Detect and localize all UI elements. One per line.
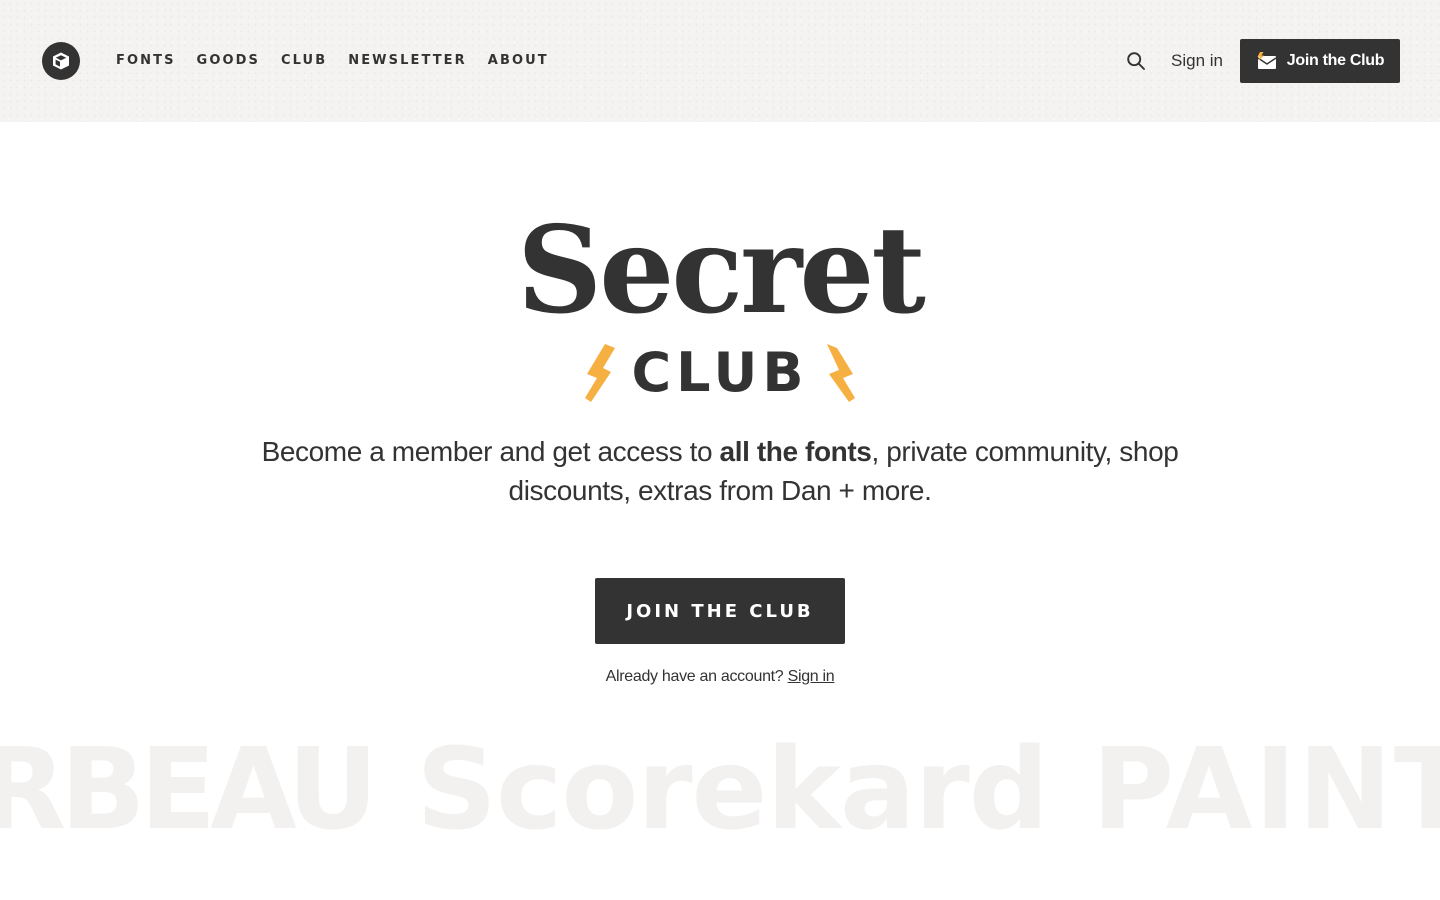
tagline-text: Become a member and get access to: [261, 436, 720, 467]
join-the-club-cta[interactable]: JOIN THE CLUB: [595, 578, 845, 644]
tagline-highlight: all the fonts: [719, 436, 872, 467]
account-prompt: Already have an account? Sign in: [520, 666, 920, 688]
nav-newsletter[interactable]: NEWSLETTER: [348, 52, 467, 70]
logo-word-club: CLUB: [631, 341, 809, 404]
account-signin-link[interactable]: Sign in: [788, 668, 835, 685]
logo-club-row: CLUB: [510, 342, 930, 404]
lightning-bolt-icon: [585, 344, 616, 402]
secret-club-logo: Secret CLUB: [510, 198, 930, 410]
nav-fonts[interactable]: FONTS: [116, 52, 176, 70]
signin-link[interactable]: Sign in: [1171, 50, 1223, 72]
lightning-bolt-icon: [826, 344, 855, 402]
main-nav: FONTS GOODS CLUB NEWSLETTER ABOUT: [116, 52, 549, 70]
envelope-bolt-icon: [1257, 52, 1277, 69]
cube-icon: [53, 52, 69, 70]
marquee-track: RBEAU Scorekard PAINT FA: [0, 730, 1440, 850]
membership-tagline: Become a member and get access to all th…: [240, 432, 1200, 510]
marquee-word: PAINT FA: [1091, 730, 1440, 850]
nav-about[interactable]: ABOUT: [488, 52, 549, 70]
home-logo[interactable]: [42, 42, 80, 80]
marquee-word: Scorekard: [416, 730, 1049, 850]
search-button[interactable]: [1125, 50, 1147, 72]
join-club-label: Join the Club: [1286, 52, 1385, 69]
marquee-word: RBEAU: [0, 730, 378, 850]
logo-word-secret: Secret: [517, 198, 926, 341]
nav-goods[interactable]: GOODS: [197, 52, 260, 70]
account-prompt-text: Already have an account?: [605, 668, 784, 685]
nav-club[interactable]: CLUB: [281, 52, 327, 70]
join-club-button[interactable]: Join the Club: [1240, 39, 1400, 83]
search-icon: [1127, 52, 1145, 70]
font-showcase-marquee: RBEAU Scorekard PAINT FA: [0, 730, 1440, 850]
site-header: FONTS GOODS CLUB NEWSLETTER ABOUT Sign i…: [0, 0, 1440, 122]
